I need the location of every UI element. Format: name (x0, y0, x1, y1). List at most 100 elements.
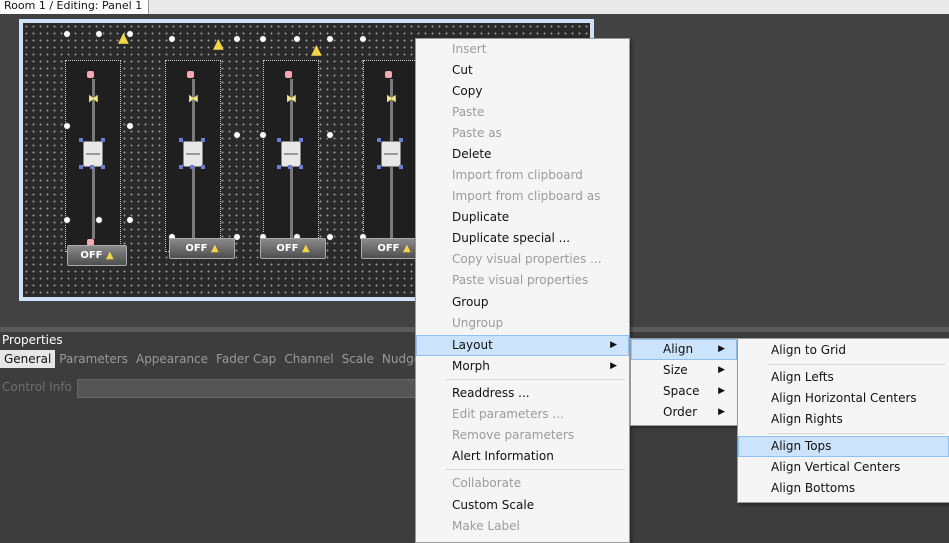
resize-handle[interactable] (359, 35, 367, 43)
selection-handle[interactable] (277, 138, 281, 142)
menu-item-custom-scale[interactable]: Custom Scale (416, 495, 629, 516)
resize-handle[interactable] (233, 131, 241, 139)
menu-item-collaborate[interactable]: Collaborate (416, 473, 629, 494)
menu-item-order-label: Order (663, 405, 698, 419)
menu-item-remove-parameters[interactable]: Remove parameters (416, 425, 629, 446)
warning-triangle-icon[interactable]: ▲ (311, 43, 322, 57)
resize-handle[interactable] (126, 216, 134, 224)
menu-item-alert-information[interactable]: Alert Information (416, 446, 629, 467)
selection-handle[interactable] (377, 138, 381, 142)
menu-item-insert[interactable]: Insert (416, 39, 629, 60)
warning-triangle-icon[interactable]: ▲ (213, 37, 224, 51)
menu-item-align-horizontal-centers[interactable]: Align Horizontal Centers (738, 388, 949, 409)
resize-handle[interactable] (233, 35, 241, 43)
fader-cap[interactable] (381, 141, 401, 167)
resize-handle[interactable] (95, 216, 103, 224)
tab-parameters[interactable]: Parameters (55, 350, 132, 368)
menu-item-size[interactable]: Size ▶ (631, 360, 737, 381)
bowtie-icon: ⧓ (188, 92, 199, 105)
menu-item-order[interactable]: Order ▶ (631, 402, 737, 423)
menu-item-align-tops[interactable]: Align Tops (738, 436, 949, 457)
selection-handle[interactable] (101, 138, 105, 142)
selection-handle[interactable] (90, 165, 94, 169)
menu-item-delete[interactable]: Delete (416, 144, 629, 165)
warning-triangle-icon: ▲ (402, 243, 411, 254)
menu-item-group[interactable]: Group (416, 292, 629, 313)
fader-control-1[interactable]: ⧓ (65, 60, 121, 252)
menu-item-edit-parameters[interactable]: Edit parameters ... (416, 404, 629, 425)
menu-item-space[interactable]: Space ▶ (631, 381, 737, 402)
resize-handle[interactable] (63, 122, 71, 130)
resize-handle[interactable] (259, 131, 267, 139)
tab-fader-cap[interactable]: Fader Cap (212, 350, 280, 368)
bowtie-icon: ⧓ (386, 92, 397, 105)
off-button-3[interactable]: OFF ▲ (260, 238, 326, 259)
off-button-2[interactable]: OFF ▲ (169, 238, 235, 259)
menu-item-readdress[interactable]: Readdress ... (416, 383, 629, 404)
warning-triangle-icon[interactable]: ▲ (118, 31, 129, 45)
tab-scale[interactable]: Scale (338, 350, 378, 368)
resize-handle[interactable] (168, 35, 176, 43)
resize-handle[interactable] (326, 131, 334, 139)
menu-item-duplicate-special[interactable]: Duplicate special ... (416, 228, 629, 249)
off-button-1[interactable]: OFF ▲ (67, 245, 127, 266)
tab-channel[interactable]: Channel (280, 350, 337, 368)
layout-submenu: Align ▶ Size ▶ Space ▶ Order ▶ (630, 338, 738, 426)
menu-item-cut[interactable]: Cut (416, 60, 629, 81)
resize-handle[interactable] (326, 35, 334, 43)
fader-control-4[interactable]: ⧓ (363, 60, 419, 252)
selection-handle[interactable] (201, 138, 205, 142)
menu-item-ungroup[interactable]: Ungroup (416, 313, 629, 334)
selection-handle[interactable] (101, 165, 105, 169)
menu-item-morph[interactable]: Morph ▶ (416, 356, 629, 377)
selection-handle[interactable] (201, 165, 205, 169)
selection-handle[interactable] (179, 165, 183, 169)
resize-handle[interactable] (63, 216, 71, 224)
menu-item-size-label: Size (663, 363, 688, 377)
tab-editing-panel[interactable]: Room 1 / Editing: Panel 1 (0, 0, 150, 14)
menu-separator (768, 364, 945, 365)
fader-cap[interactable] (183, 141, 203, 167)
menu-item-make-label[interactable]: Make Label (416, 516, 629, 537)
menu-item-layout[interactable]: Layout ▶ (416, 335, 629, 356)
fader-max-marker (187, 71, 194, 78)
menu-item-copy[interactable]: Copy (416, 81, 629, 102)
menu-item-paste-visual-properties[interactable]: Paste visual properties (416, 270, 629, 291)
selection-handle[interactable] (288, 165, 292, 169)
menu-item-paste[interactable]: Paste (416, 102, 629, 123)
menu-item-align-rights[interactable]: Align Rights (738, 409, 949, 430)
resize-handle[interactable] (326, 233, 334, 241)
resize-handle[interactable] (293, 35, 301, 43)
fader-control-2[interactable]: ⧓ (165, 60, 221, 252)
menu-item-import-from-clipboard-as[interactable]: Import from clipboard as (416, 186, 629, 207)
selection-handle[interactable] (399, 165, 403, 169)
resize-handle[interactable] (95, 30, 103, 38)
menu-item-align-to-grid[interactable]: Align to Grid (738, 340, 949, 361)
menu-item-align-bottoms[interactable]: Align Bottoms (738, 478, 949, 499)
selection-handle[interactable] (299, 138, 303, 142)
fader-cap[interactable] (83, 141, 103, 167)
menu-item-import-from-clipboard[interactable]: Import from clipboard (416, 165, 629, 186)
menu-item-align[interactable]: Align ▶ (631, 339, 737, 360)
resize-handle[interactable] (63, 30, 71, 38)
fader-control-3[interactable]: ⧓ (263, 60, 319, 252)
selection-handle[interactable] (377, 165, 381, 169)
selection-handle[interactable] (79, 165, 83, 169)
menu-item-align-label: Align (663, 342, 694, 356)
tab-general[interactable]: General (0, 350, 56, 368)
selection-handle[interactable] (399, 138, 403, 142)
resize-handle[interactable] (126, 122, 134, 130)
menu-item-copy-visual-properties[interactable]: Copy visual properties ... (416, 249, 629, 270)
menu-item-duplicate[interactable]: Duplicate (416, 207, 629, 228)
menu-item-paste-as[interactable]: Paste as (416, 123, 629, 144)
selection-handle[interactable] (277, 165, 281, 169)
selection-handle[interactable] (179, 138, 183, 142)
menu-item-align-lefts[interactable]: Align Lefts (738, 367, 949, 388)
fader-cap[interactable] (281, 141, 301, 167)
tab-appearance[interactable]: Appearance (132, 350, 212, 368)
selection-handle[interactable] (190, 165, 194, 169)
resize-handle[interactable] (259, 35, 267, 43)
menu-item-align-vertical-centers[interactable]: Align Vertical Centers (738, 457, 949, 478)
selection-handle[interactable] (299, 165, 303, 169)
selection-handle[interactable] (79, 138, 83, 142)
